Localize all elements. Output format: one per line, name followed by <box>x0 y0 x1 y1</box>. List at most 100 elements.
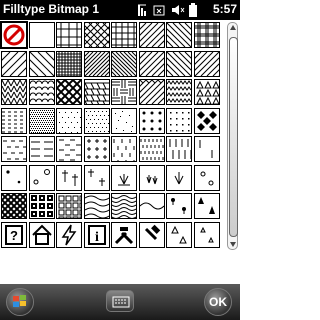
pattern-swatch-dots-large[interactable] <box>138 107 165 134</box>
grid-double-icon <box>194 23 219 47</box>
pattern-swatch-symbol-house[interactable] <box>28 221 55 248</box>
pattern-swatch-weave[interactable] <box>1 193 27 219</box>
pattern-swatch-diag-backward-wide[interactable] <box>28 50 55 77</box>
pattern-swatch-dots-grid[interactable] <box>166 107 192 134</box>
grid-fine-icon <box>57 51 81 76</box>
crosshatch-bold-icon <box>57 80 81 104</box>
dots-hollow-icon <box>200 171 213 185</box>
sync-icon[interactable] <box>152 2 167 18</box>
pattern-swatch-diag-forward[interactable] <box>193 50 220 77</box>
pattern-swatch-diag-backward[interactable] <box>166 50 192 77</box>
pattern-swatch-ticks-vertical[interactable] <box>111 136 137 162</box>
symbol-lightning-icon <box>61 224 77 245</box>
volume-icon[interactable] <box>170 2 185 18</box>
scroll-up-icon[interactable] <box>230 25 236 30</box>
pattern-swatch-zigzag[interactable] <box>166 79 192 105</box>
pattern-swatch-brick-vertical[interactable] <box>56 22 82 48</box>
diag-backward-icon <box>167 23 191 47</box>
pattern-swatch-ticks-vertical-dense[interactable] <box>138 136 165 162</box>
pattern-swatch-symbol-info[interactable]: i <box>83 221 110 248</box>
clock[interactable]: 5:57 <box>213 2 237 16</box>
signal-icon[interactable] <box>137 2 152 18</box>
pattern-swatch-symbol-question[interactable]: ? <box>1 221 27 248</box>
circles-icon <box>33 168 50 184</box>
pattern-swatch-shingles[interactable] <box>83 79 110 105</box>
dots-small-icon <box>6 169 21 183</box>
pattern-swatch-dots-sparse[interactable] <box>56 107 82 134</box>
pattern-swatch-dots-random[interactable] <box>111 107 137 134</box>
pattern-swatch-marsh[interactable] <box>111 164 137 191</box>
pattern-swatch-waves-dense[interactable] <box>111 193 137 219</box>
symbol-house-icon <box>31 224 52 245</box>
pattern-swatch-dashes-short[interactable] <box>1 107 27 134</box>
pattern-swatch-circles[interactable] <box>28 164 55 191</box>
pattern-swatch-dashes-long[interactable] <box>28 136 55 162</box>
pattern-swatch-diag-forward-wide[interactable] <box>1 50 27 77</box>
pattern-swatch-trees-pine[interactable] <box>193 193 220 219</box>
dash-cross-icon <box>86 139 107 159</box>
pattern-swatch-grid-large[interactable] <box>111 22 137 48</box>
window-title: Filltype Bitmap 1 <box>3 2 100 16</box>
brick-vertical-icon <box>57 23 81 47</box>
pattern-swatch-tuft[interactable] <box>166 164 192 191</box>
keyboard-button[interactable] <box>106 290 134 312</box>
pattern-swatch-trees-round[interactable] <box>166 193 192 219</box>
vertical-scrollbar[interactable] <box>227 22 238 250</box>
ok-button[interactable]: OK <box>204 288 232 316</box>
dashes-rows-icon <box>3 140 26 160</box>
pattern-swatch-symbol-lightning[interactable] <box>56 221 82 248</box>
pattern-swatch-diag-backward[interactable] <box>166 22 192 48</box>
pattern-swatch-crosses[interactable] <box>83 164 110 191</box>
scroll-down-icon[interactable] <box>230 242 236 247</box>
symbol-hammer-icon <box>144 224 160 240</box>
pattern-grid: ? i <box>0 21 225 252</box>
pattern-swatch-dash-cross[interactable] <box>83 136 110 162</box>
pattern-swatch-symbol-triangles[interactable] <box>166 221 192 248</box>
start-button[interactable] <box>6 288 34 316</box>
bars-vertical-icon <box>169 139 191 159</box>
pattern-swatch-symbol-hammer[interactable] <box>138 221 165 248</box>
pattern-swatch-diag-cross[interactable] <box>83 22 110 48</box>
scroll-thumb[interactable] <box>229 37 238 237</box>
pattern-swatch-symbol-tools[interactable] <box>111 221 137 248</box>
svg-text:?: ? <box>10 228 18 243</box>
pattern-swatch-dash-offset[interactable] <box>56 136 82 162</box>
stipple-dense-icon <box>29 109 54 133</box>
pattern-swatch-basket[interactable] <box>111 79 137 105</box>
pattern-swatch-diamonds-filled[interactable] <box>193 107 220 134</box>
wave-line-icon <box>139 202 164 210</box>
pattern-swatch-dots-medium[interactable] <box>83 107 110 134</box>
pattern-swatch-none[interactable] <box>0 21 28 49</box>
pattern-swatch-tiles-black[interactable] <box>28 193 55 219</box>
keyboard-icon <box>112 296 130 308</box>
pattern-swatch-dots-hollow[interactable] <box>193 164 220 191</box>
pattern-swatch-waves[interactable] <box>83 193 110 219</box>
pattern-swatch-brick-diagonal[interactable] <box>138 79 165 105</box>
pattern-swatch-stipple-dense[interactable] <box>28 107 55 134</box>
pattern-swatch-scales[interactable] <box>28 79 55 105</box>
pattern-swatch-triangles[interactable] <box>193 79 220 105</box>
pattern-swatch-marsh-tuft[interactable] <box>138 164 165 191</box>
svg-text:i: i <box>95 230 99 245</box>
waves-dense-icon <box>112 195 136 218</box>
pattern-swatch-crosshatch-bold[interactable] <box>56 79 82 105</box>
marsh-tuft-icon <box>146 174 157 184</box>
pattern-swatch-grid-double[interactable] <box>193 22 220 48</box>
pattern-swatch-grid-fine[interactable] <box>56 50 82 77</box>
diag-backward-dense-icon <box>112 51 136 76</box>
pattern-swatch-herringbone[interactable] <box>1 79 27 105</box>
pattern-swatch-crosses-tall[interactable] <box>56 164 82 191</box>
pattern-swatch-symbol-triangles-small[interactable] <box>193 221 220 248</box>
pattern-swatch-diag-backward-dense[interactable] <box>111 50 137 77</box>
pattern-swatch-diag-forward[interactable] <box>138 50 165 77</box>
pattern-swatch-dashes-rows[interactable] <box>1 136 27 162</box>
battery-icon[interactable] <box>186 2 201 18</box>
pattern-swatch-bars-vertical[interactable] <box>166 136 192 162</box>
pattern-swatch-diag-forward[interactable] <box>138 22 165 48</box>
pattern-swatch-solid-blank[interactable] <box>28 22 55 48</box>
pattern-swatch-bars-sparse[interactable] <box>193 136 220 162</box>
pattern-swatch-diag-forward-dense[interactable] <box>83 50 110 77</box>
pattern-swatch-checker-square[interactable] <box>56 193 82 219</box>
pattern-swatch-dots-small[interactable] <box>1 164 27 191</box>
pattern-swatch-wave-line[interactable] <box>138 193 165 219</box>
